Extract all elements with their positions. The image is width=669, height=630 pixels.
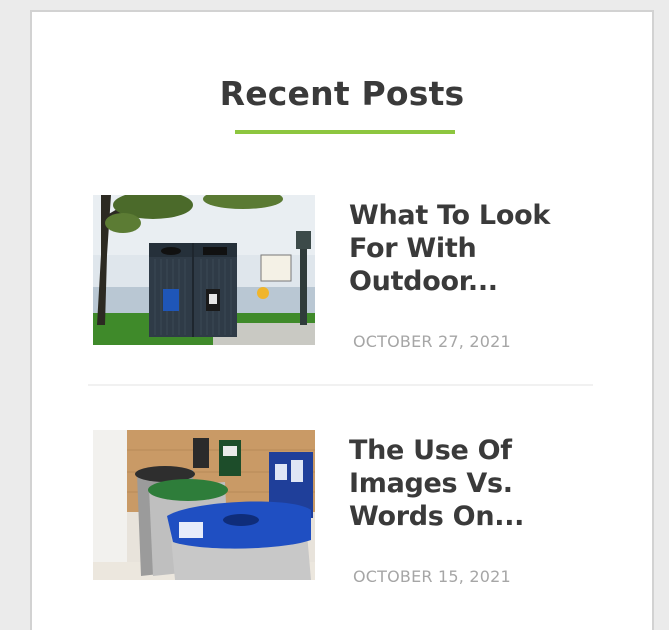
post-date: OCTOBER 15, 2021 — [353, 567, 511, 586]
post-title-link[interactable]: What To Look For With Outdoor... — [349, 199, 579, 298]
recent-posts-widget: Recent Posts What To Look For With Outdo… — [30, 10, 654, 630]
outdoor-recycling-bin-image — [93, 195, 315, 345]
post-divider — [88, 384, 593, 386]
post-date: OCTOBER 27, 2021 — [353, 332, 511, 351]
title-underline — [235, 130, 455, 134]
post-thumbnail-indoor-bins[interactable] — [93, 430, 315, 580]
post-thumbnail-outdoor-bin[interactable] — [93, 195, 315, 345]
indoor-recycling-bins-image — [93, 430, 315, 580]
post-title-link[interactable]: The Use Of Images Vs. Words On... — [349, 434, 579, 533]
widget-title: Recent Posts — [219, 74, 465, 113]
